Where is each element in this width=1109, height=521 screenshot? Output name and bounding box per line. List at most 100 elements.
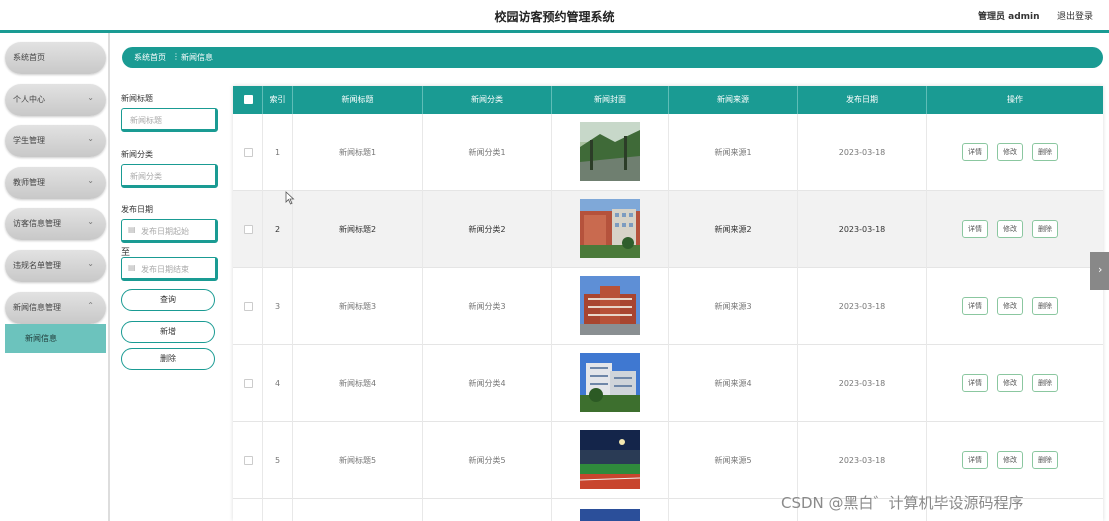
header-title: 新闻标题 [293, 86, 423, 114]
edit-button[interactable]: 修改 [997, 451, 1023, 469]
category-filter-placeholder: 新闻分类 [130, 172, 162, 181]
row-delete-button[interactable]: 删除 [1032, 220, 1058, 238]
row-checkbox[interactable] [244, 148, 253, 157]
sidebar-item-teachers[interactable]: 教师管理 ⌄ [5, 167, 106, 199]
row-select-cell [233, 345, 263, 422]
table-header: 索引 新闻标题 新闻分类 新闻封面 新闻来源 发布日期 操作 [233, 86, 1103, 114]
submenu-label: 新闻信息 [25, 334, 57, 343]
date-start-input[interactable]: ▤ 发布日期起始 [121, 219, 218, 243]
table-row: 5 新闻标题5 新闻分类5 新闻来源5 2023-03-18 详情 修改 删除 [233, 422, 1103, 499]
row-select-cell [233, 191, 263, 268]
cell-category: 新闻分类2 [423, 191, 552, 268]
row-actions: 详情 修改 删除 [962, 297, 1062, 315]
cell-date: 2023-03-18 [798, 268, 927, 345]
side-expand-tab[interactable]: › [1090, 252, 1109, 290]
row-checkbox[interactable] [244, 456, 253, 465]
news-cover-image[interactable] [580, 430, 640, 489]
detail-button[interactable]: 详情 [962, 220, 988, 238]
category-filter-input[interactable]: 新闻分类 [121, 164, 218, 188]
sidebar-item-home[interactable]: 系统首页 [5, 42, 106, 74]
detail-button[interactable]: 详情 [962, 451, 988, 469]
cell-source: 新闻来源3 [669, 268, 798, 345]
breadcrumb-current: 新闻信息 [181, 53, 213, 62]
cell-index: 1 [263, 114, 293, 191]
row-delete-button[interactable]: 删除 [1032, 374, 1058, 392]
table-row: 2 新闻标题2 新闻分类2 新闻来源2 2023-03-18 详情 修改 删除 [233, 191, 1103, 268]
chevron-down-icon: ⌄ [87, 217, 94, 226]
date-end-input[interactable]: ▤ 发布日期结束 [121, 257, 218, 281]
chevron-down-icon: ⌄ [87, 176, 94, 185]
sidebar-item-visitors[interactable]: 访客信息管理 ⌄ [5, 208, 106, 240]
cell-index: 5 [263, 422, 293, 499]
cell-date: 2023-03-18 [798, 345, 927, 422]
header-select [233, 86, 263, 114]
detail-button[interactable]: 详情 [962, 143, 988, 161]
cell-category: 新闻分类3 [423, 268, 552, 345]
news-cover-image[interactable] [580, 199, 640, 258]
sidebar-item-label: 违规名单管理 [13, 261, 61, 270]
header-actions: 操作 [1007, 95, 1023, 104]
edit-button[interactable]: 修改 [997, 143, 1023, 161]
detail-button[interactable]: 详情 [962, 297, 988, 315]
row-checkbox[interactable] [244, 379, 253, 388]
title-filter-input[interactable]: 新闻标题 [121, 108, 218, 132]
chevron-right-icon: › [1098, 263, 1103, 276]
cell-source: 新闻来源4 [669, 345, 798, 422]
row-checkbox[interactable] [244, 225, 253, 234]
date-start-placeholder: 发布日期起始 [141, 227, 189, 236]
breadcrumb-separator: ⋮ [172, 52, 180, 61]
sidebar-item-profile[interactable]: 个人中心 ⌄ [5, 84, 106, 116]
table-row: 1 新闻标题1 新闻分类1 新闻来源1 2023-03-18 详情 修改 删除 [233, 114, 1103, 191]
query-button[interactable]: 查询 [121, 289, 215, 311]
row-delete-button[interactable]: 删除 [1032, 143, 1058, 161]
cell-title: 新闻标题5 [293, 422, 423, 499]
title-filter-label: 新闻标题 [121, 94, 153, 103]
news-cover-image[interactable] [580, 122, 640, 181]
select-all-checkbox[interactable] [244, 95, 253, 104]
delete-button[interactable]: 删除 [121, 348, 215, 370]
cell-title: 新闻标题3 [293, 268, 423, 345]
cell-date: 2023-03-18 [798, 422, 927, 499]
header-cover: 新闻封面 [552, 86, 669, 114]
row-select-cell [233, 422, 263, 499]
cell-date: 2023-03-18 [798, 191, 927, 268]
edit-button[interactable]: 修改 [997, 297, 1023, 315]
logout-link[interactable]: 退出登录 [1057, 9, 1093, 22]
news-cover-image[interactable] [580, 509, 640, 521]
breadcrumb-home[interactable]: 系统首页 [134, 52, 166, 63]
sidebar-item-label: 学生管理 [13, 136, 45, 145]
table-row: 4 新闻标题4 新闻分类4 新闻来源4 2023-03-18 详情 修改 删除 [233, 345, 1103, 422]
header-category: 新闻分类 [423, 86, 552, 114]
cell-source: 新闻来源2 [669, 191, 798, 268]
sidebar-item-students[interactable]: 学生管理 ⌄ [5, 125, 106, 157]
cell-title [293, 499, 423, 521]
top-bar: 校园访客预约管理系统 管理员 admin 退出登录 [0, 0, 1109, 30]
top-divider [0, 30, 1109, 33]
row-delete-button[interactable]: 删除 [1032, 451, 1058, 469]
edit-button[interactable]: 修改 [997, 220, 1023, 238]
news-table: 索引 新闻标题 新闻分类 新闻封面 新闻来源 发布日期 操作 1 新闻标题1 新… [233, 86, 1103, 521]
row-checkbox[interactable] [244, 302, 253, 311]
edit-button[interactable]: 修改 [997, 374, 1023, 392]
chevron-down-icon: ⌄ [87, 93, 94, 102]
sidebar-item-violations[interactable]: 违规名单管理 ⌄ [5, 250, 106, 282]
detail-button[interactable]: 详情 [962, 374, 988, 392]
mouse-cursor-icon [285, 191, 295, 205]
chevron-up-icon: ⌃ [87, 301, 94, 310]
row-delete-button[interactable]: 删除 [1032, 297, 1058, 315]
sidebar-item-news[interactable]: 新闻信息管理 ⌃ [5, 292, 106, 324]
news-cover-image[interactable] [580, 353, 640, 412]
row-select-cell [233, 114, 263, 191]
calendar-icon: ▤ [128, 263, 136, 272]
submenu-news-info[interactable]: 新闻信息 [5, 324, 106, 353]
sidebar: 系统首页 个人中心 ⌄ 学生管理 ⌄ 教师管理 ⌄ 访客信息管理 ⌄ 违规名单管… [0, 33, 110, 521]
news-cover-image[interactable] [580, 276, 640, 335]
chevron-down-icon: ⌄ [87, 134, 94, 143]
cell-title: 新闻标题2 [293, 191, 423, 268]
cell-category: 新闻分类1 [423, 114, 552, 191]
header-date: 发布日期 [798, 86, 927, 114]
cell-date: 2023-03-18 [798, 114, 927, 191]
sidebar-item-label: 系统首页 [13, 53, 45, 62]
table-row: 3 新闻标题3 新闻分类3 新闻来源3 2023-03-18 详情 修改 删除 [233, 268, 1103, 345]
add-button[interactable]: 新增 [121, 321, 215, 343]
